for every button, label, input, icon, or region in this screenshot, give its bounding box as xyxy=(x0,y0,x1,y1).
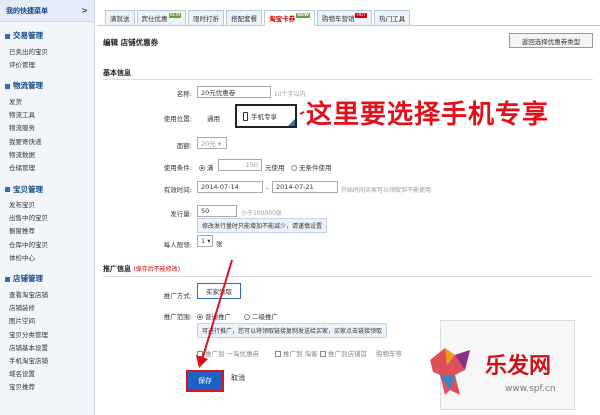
annotation-arrow-1 xyxy=(299,111,305,115)
watermark-url: www.spf.cn xyxy=(505,384,556,394)
annotation-arrow-2 xyxy=(201,259,233,361)
watermark-logo xyxy=(430,348,470,395)
watermark-text: 乐发网 xyxy=(485,353,552,379)
